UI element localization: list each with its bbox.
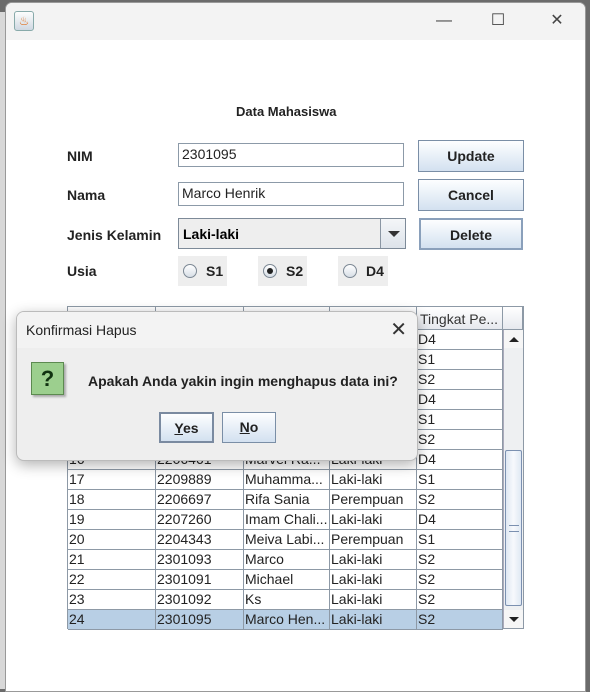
table-cell[interactable]: S2 <box>417 550 503 570</box>
table-cell[interactable]: S1 <box>417 470 503 490</box>
table-cell[interactable]: Imam Chali... <box>244 510 330 530</box>
table-cell[interactable]: 17 <box>68 470 156 490</box>
selected-value: Laki-laki <box>183 226 240 242</box>
table-cell[interactable]: S2 <box>417 570 503 590</box>
table-row[interactable]: 24 2301095 Marco Hen... Laki-laki S2 <box>68 610 503 630</box>
header-corner <box>503 307 523 330</box>
confirm-dialog: Konfirmasi Hapus ✕ ? Apakah Anda yakin i… <box>16 311 418 461</box>
table-cell[interactable]: S2 <box>417 590 503 610</box>
table-row[interactable]: 21 2301093 Marco Laki-laki S2 <box>68 550 503 570</box>
table-cell[interactable]: D4 <box>417 510 503 530</box>
table-cell[interactable]: 2209889 <box>156 470 244 490</box>
dialog-message: Apakah Anda yakin ingin menghapus data i… <box>88 373 398 389</box>
title-bar: ♨ — ☐ ✕ <box>6 3 585 40</box>
table-cell[interactable]: S1 <box>417 410 503 430</box>
table-cell[interactable]: S1 <box>417 530 503 550</box>
table-cell[interactable]: 23 <box>68 590 156 610</box>
table-cell[interactable]: Laki-laki <box>330 510 417 530</box>
table-cell[interactable]: 21 <box>68 550 156 570</box>
scroll-down-icon[interactable] <box>504 610 523 628</box>
table-cell[interactable]: Perempuan <box>330 490 417 510</box>
table-row[interactable]: 19 2207260 Imam Chali... Laki-laki D4 <box>68 510 503 530</box>
dialog-title: Konfirmasi Hapus <box>26 322 137 338</box>
minimize-button[interactable]: — <box>424 9 464 33</box>
table-cell[interactable]: 18 <box>68 490 156 510</box>
usia-label: Usia <box>67 263 97 279</box>
update-button[interactable]: Update <box>418 140 524 172</box>
yes-button[interactable]: Yes <box>159 412 214 443</box>
table-cell[interactable]: Meiva Labi... <box>244 530 330 550</box>
java-app-icon: ♨ <box>14 11 34 31</box>
radio-label: D4 <box>366 263 384 279</box>
table-cell[interactable]: Ks <box>244 590 330 610</box>
table-cell[interactable]: Laki-laki <box>330 590 417 610</box>
table-cell[interactable]: S2 <box>417 430 503 450</box>
yes-label: Yes <box>174 420 199 436</box>
jenis-kelamin-label: Jenis Kelamin <box>67 227 162 243</box>
table-cell[interactable]: S2 <box>417 370 503 390</box>
table-row[interactable]: 22 2301091 Michael Laki-laki S2 <box>68 570 503 590</box>
table-cell[interactable]: Michael <box>244 570 330 590</box>
delete-button[interactable]: Delete <box>419 218 523 250</box>
scrollbar-thumb[interactable] <box>505 450 522 606</box>
table-cell[interactable]: Laki-laki <box>330 570 417 590</box>
column-header[interactable]: Tingkat Pe... <box>417 307 503 330</box>
table-cell[interactable]: 2204343 <box>156 530 244 550</box>
table-cell[interactable]: Marco <box>244 550 330 570</box>
radio-label: S1 <box>206 263 224 279</box>
table-cell[interactable]: S2 <box>417 490 503 510</box>
maximize-button[interactable]: ☐ <box>478 9 518 33</box>
radio-icon <box>183 264 197 278</box>
table-cell[interactable]: 22 <box>68 570 156 590</box>
table-cell[interactable]: D4 <box>417 450 503 470</box>
nama-input[interactable]: Marco Henrik <box>178 182 404 206</box>
table-cell[interactable]: S1 <box>417 350 503 370</box>
radio-label: S2 <box>286 263 304 279</box>
nama-label: Nama <box>67 187 106 203</box>
table-cell[interactable]: Rifa Sania <box>244 490 330 510</box>
dialog-title-bar: Konfirmasi Hapus ✕ <box>17 312 417 348</box>
table-row[interactable]: 23 2301092 Ks Laki-laki S2 <box>68 590 503 610</box>
table-cell[interactable]: D4 <box>417 390 503 410</box>
close-icon[interactable]: ✕ <box>390 317 407 342</box>
table-cell[interactable]: Laki-laki <box>330 610 417 630</box>
chevron-down-icon[interactable] <box>380 219 405 248</box>
radio-d4[interactable]: D4 <box>338 256 388 286</box>
table-row[interactable]: 17 2209889 Muhamma... Laki-laki S1 <box>68 470 503 490</box>
table-cell[interactable]: 19 <box>68 510 156 530</box>
table-cell[interactable]: Perempuan <box>330 530 417 550</box>
table-cell[interactable]: 2207260 <box>156 510 244 530</box>
table-cell[interactable]: D4 <box>417 330 503 350</box>
table-row[interactable]: 18 2206697 Rifa Sania Perempuan S2 <box>68 490 503 510</box>
table-cell[interactable]: 2206697 <box>156 490 244 510</box>
table-cell[interactable]: Laki-laki <box>330 550 417 570</box>
table-cell[interactable]: Muhamma... <box>244 470 330 490</box>
table-cell[interactable]: 24 <box>68 610 156 630</box>
no-label: No <box>239 419 259 435</box>
vertical-scrollbar[interactable] <box>503 330 523 628</box>
scroll-up-icon[interactable] <box>504 330 523 348</box>
table-cell[interactable]: 2301093 <box>156 550 244 570</box>
table-cell[interactable]: Laki-laki <box>330 470 417 490</box>
table-cell[interactable]: 2301091 <box>156 570 244 590</box>
no-button[interactable]: No <box>222 412 276 443</box>
radio-icon <box>343 264 357 278</box>
table-cell[interactable]: Marco Hen... <box>244 610 330 630</box>
nim-label: NIM <box>67 148 93 164</box>
table-cell[interactable]: 20 <box>68 530 156 550</box>
cancel-button[interactable]: Cancel <box>418 179 524 211</box>
close-button[interactable]: ✕ <box>537 9 577 33</box>
radio-s1[interactable]: S1 <box>178 256 227 286</box>
nim-input[interactable]: 2301095 <box>178 143 404 167</box>
table-cell[interactable]: 2301095 <box>156 610 244 630</box>
table-row[interactable]: 20 2204343 Meiva Labi... Perempuan S1 <box>68 530 503 550</box>
page-title: Data Mahasiswa <box>236 104 337 119</box>
radio-checked-icon <box>263 264 277 278</box>
table-cell[interactable]: S2 <box>417 610 503 630</box>
question-icon: ? <box>31 362 64 395</box>
radio-s2[interactable]: S2 <box>258 256 307 286</box>
table-cell[interactable]: 2301092 <box>156 590 244 610</box>
jenis-kelamin-select[interactable]: Laki-laki <box>178 218 406 249</box>
